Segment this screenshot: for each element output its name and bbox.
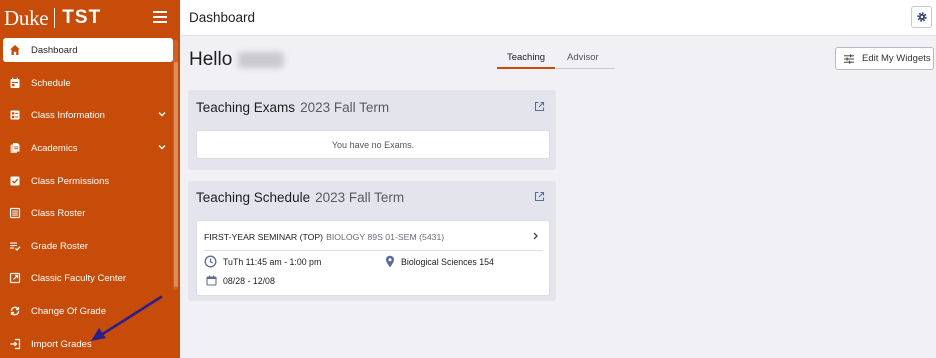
edit-widgets-label: Edit My Widgets [862, 53, 931, 64]
brand-product: TST [62, 7, 102, 28]
card-term: 2023 Fall Term [300, 100, 390, 115]
chevron-right-icon[interactable] [531, 231, 540, 241]
sidebar-item-class-roster[interactable]: Class Roster [3, 201, 173, 225]
sidebar-item-label: Class Roster [31, 207, 86, 219]
course-name: FIRST-YEAR SEMINAR (TOP) [204, 232, 324, 242]
tab-teaching[interactable]: Teaching [497, 52, 555, 69]
card-title-text: Teaching Exams [196, 100, 296, 115]
calendar-icon [206, 275, 217, 286]
tab-advisor[interactable]: Advisor [567, 52, 599, 63]
chevron-down-icon[interactable] [157, 142, 167, 152]
sidebar-item-change-of-grade[interactable]: Change Of Grade [3, 299, 173, 323]
course-location: Biological Sciences 154 [385, 255, 494, 268]
settings-button[interactable] [911, 6, 932, 28]
teaching-schedule-card: Teaching Schedule 2023 Fall Term FIRST-YE… [188, 181, 556, 301]
divider [204, 250, 543, 251]
course-location-text: Biological Sciences 154 [401, 256, 494, 267]
chevron-down-icon[interactable] [157, 109, 167, 119]
import-icon [9, 338, 21, 350]
sidebar-item-grade-roster[interactable]: Grade Roster [3, 234, 173, 258]
sliders-icon [844, 53, 854, 64]
sidebar: Duke TST Dashboard Schedule Class Inform… [0, 0, 180, 358]
sidebar-item-label: Schedule [31, 77, 71, 89]
sidebar-item-label: Import Grades [31, 338, 92, 350]
sidebar-item-label: Grade Roster [31, 240, 89, 252]
sidebar-item-label: Class Permissions [31, 175, 110, 187]
documents-icon [9, 142, 21, 154]
location-pin-icon [386, 255, 394, 268]
calendar-icon [9, 77, 21, 89]
user-name-blurred [238, 52, 285, 68]
card-title-text: Teaching Schedule [196, 190, 311, 205]
sidebar-item-label: Class Information [31, 109, 105, 121]
course-dates-text: 08/28 - 12/08 [223, 275, 275, 286]
sidebar-item-classic-faculty-center[interactable]: Classic Faculty Center [3, 266, 173, 290]
exams-panel: You have no Exams. [196, 130, 550, 159]
top-bar: Dashboard [180, 0, 936, 36]
page-title: Dashboard [189, 10, 256, 25]
brand-name: Duke [4, 5, 49, 30]
course-time: TuTh 11:45 am - 1:00 pm [204, 255, 321, 268]
course-dates: 08/28 - 12/08 [206, 275, 275, 286]
change-icon [9, 305, 21, 317]
sidebar-item-schedule[interactable]: Schedule [3, 71, 173, 95]
brand-divider [54, 8, 56, 28]
gear-icon [916, 12, 927, 22]
sidebar-item-class-information[interactable]: Class Information [3, 103, 173, 127]
sidebar-scrollbar-thumb[interactable] [174, 62, 178, 287]
sidebar-item-label: Academics [31, 142, 78, 154]
teaching-exams-card: Teaching Exams 2023 Fall Term You have no… [188, 90, 556, 170]
greeting-text: Hello [189, 49, 233, 70]
external-link-icon [9, 272, 21, 284]
sidebar-item-label: Change Of Grade [31, 305, 106, 317]
open-widget-icon[interactable] [534, 101, 545, 112]
empty-state-text: You have no Exams. [331, 140, 415, 150]
greeting: Hello [189, 49, 285, 71]
home-icon [9, 44, 21, 56]
course-entry[interactable]: FIRST-YEAR SEMINAR (TOP) BIOLOGY 89S 01-S… [196, 220, 550, 296]
open-widget-icon[interactable] [534, 191, 545, 202]
sidebar-item-import-grades[interactable]: Import Grades [3, 332, 173, 356]
grade-list-icon [9, 240, 21, 252]
clock-icon [204, 255, 217, 268]
course-title: FIRST-YEAR SEMINAR (TOP) BIOLOGY 89S 01-S… [204, 232, 444, 242]
card-title: Teaching Schedule 2023 Fall Term [196, 190, 404, 205]
sidebar-item-academics[interactable]: Academics [3, 136, 173, 160]
roster-icon [9, 207, 21, 219]
sidebar-item-dashboard[interactable]: Dashboard [3, 38, 173, 62]
sidebar-item-label: Classic Faculty Center [31, 272, 127, 284]
class-info-icon [9, 109, 21, 121]
dashboard-tabs: Teaching Advisor [497, 50, 615, 69]
sidebar-item-class-permissions[interactable]: Class Permissions [3, 169, 173, 193]
edit-widgets-button[interactable]: Edit My Widgets [835, 47, 934, 70]
menu-toggle-icon[interactable] [153, 11, 167, 23]
card-term: 2023 Fall Term [315, 190, 405, 205]
checkbox-icon [9, 175, 21, 187]
course-code: BIOLOGY 89S 01-SEM (5431) [326, 232, 445, 242]
card-title: Teaching Exams 2023 Fall Term [196, 100, 389, 115]
course-time-text: TuTh 11:45 am - 1:00 pm [223, 256, 322, 267]
sidebar-item-label: Dashboard [31, 44, 78, 56]
